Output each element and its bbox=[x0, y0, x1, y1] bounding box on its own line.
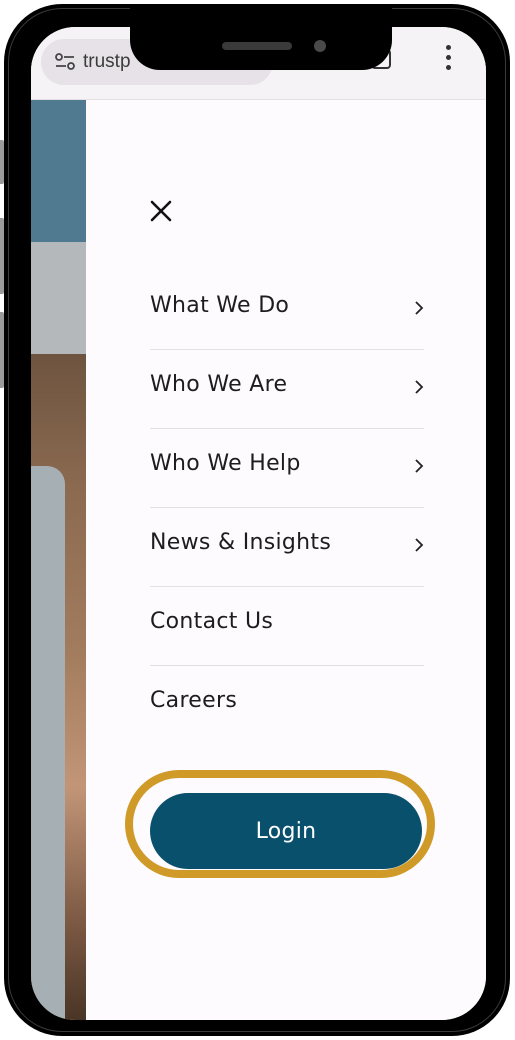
url-text[interactable]: trustp bbox=[83, 51, 131, 73]
login-button[interactable]: Login bbox=[150, 793, 422, 869]
background-gray-band bbox=[31, 242, 86, 354]
nav-item-careers[interactable]: Careers bbox=[150, 666, 424, 744]
chevron-right-icon bbox=[415, 301, 424, 315]
nav-item-who-we-help[interactable]: Who We Help bbox=[150, 429, 424, 508]
phone-speaker bbox=[222, 42, 292, 50]
phone-screen: trustp What We Do Who We Are Who We Help… bbox=[31, 27, 486, 1020]
tune-icon[interactable] bbox=[54, 52, 76, 72]
nav-item-label: What We Do bbox=[150, 293, 290, 318]
nav-item-label: Who We Help bbox=[150, 451, 301, 476]
nav-item-who-we-are[interactable]: Who We Are bbox=[150, 350, 424, 429]
background-page bbox=[31, 100, 86, 1020]
chevron-right-icon bbox=[415, 380, 424, 394]
nav-item-label: Contact Us bbox=[150, 609, 274, 634]
background-card bbox=[31, 466, 65, 1020]
nav-item-contact-us[interactable]: Contact Us bbox=[150, 587, 424, 666]
nav-item-what-we-do[interactable]: What We Do bbox=[150, 271, 424, 350]
phone-notch bbox=[130, 4, 392, 70]
mockup-canvas: trustp What We Do Who We Are Who We Help… bbox=[0, 0, 515, 1040]
chevron-right-icon bbox=[415, 538, 424, 552]
nav-drawer: What We Do Who We Are Who We Help News &… bbox=[86, 100, 486, 1020]
nav-item-label: Careers bbox=[150, 688, 238, 713]
more-vert-icon[interactable] bbox=[445, 43, 453, 73]
nav-item-label: Who We Are bbox=[150, 372, 288, 397]
phone-camera bbox=[314, 40, 326, 52]
nav-menu: What We Do Who We Are Who We Help News &… bbox=[150, 271, 424, 744]
nav-item-news-insights[interactable]: News & Insights bbox=[150, 508, 424, 587]
close-icon[interactable] bbox=[146, 196, 176, 226]
chevron-right-icon bbox=[415, 459, 424, 473]
nav-item-label: News & Insights bbox=[150, 530, 332, 555]
background-hero-band bbox=[31, 100, 86, 242]
